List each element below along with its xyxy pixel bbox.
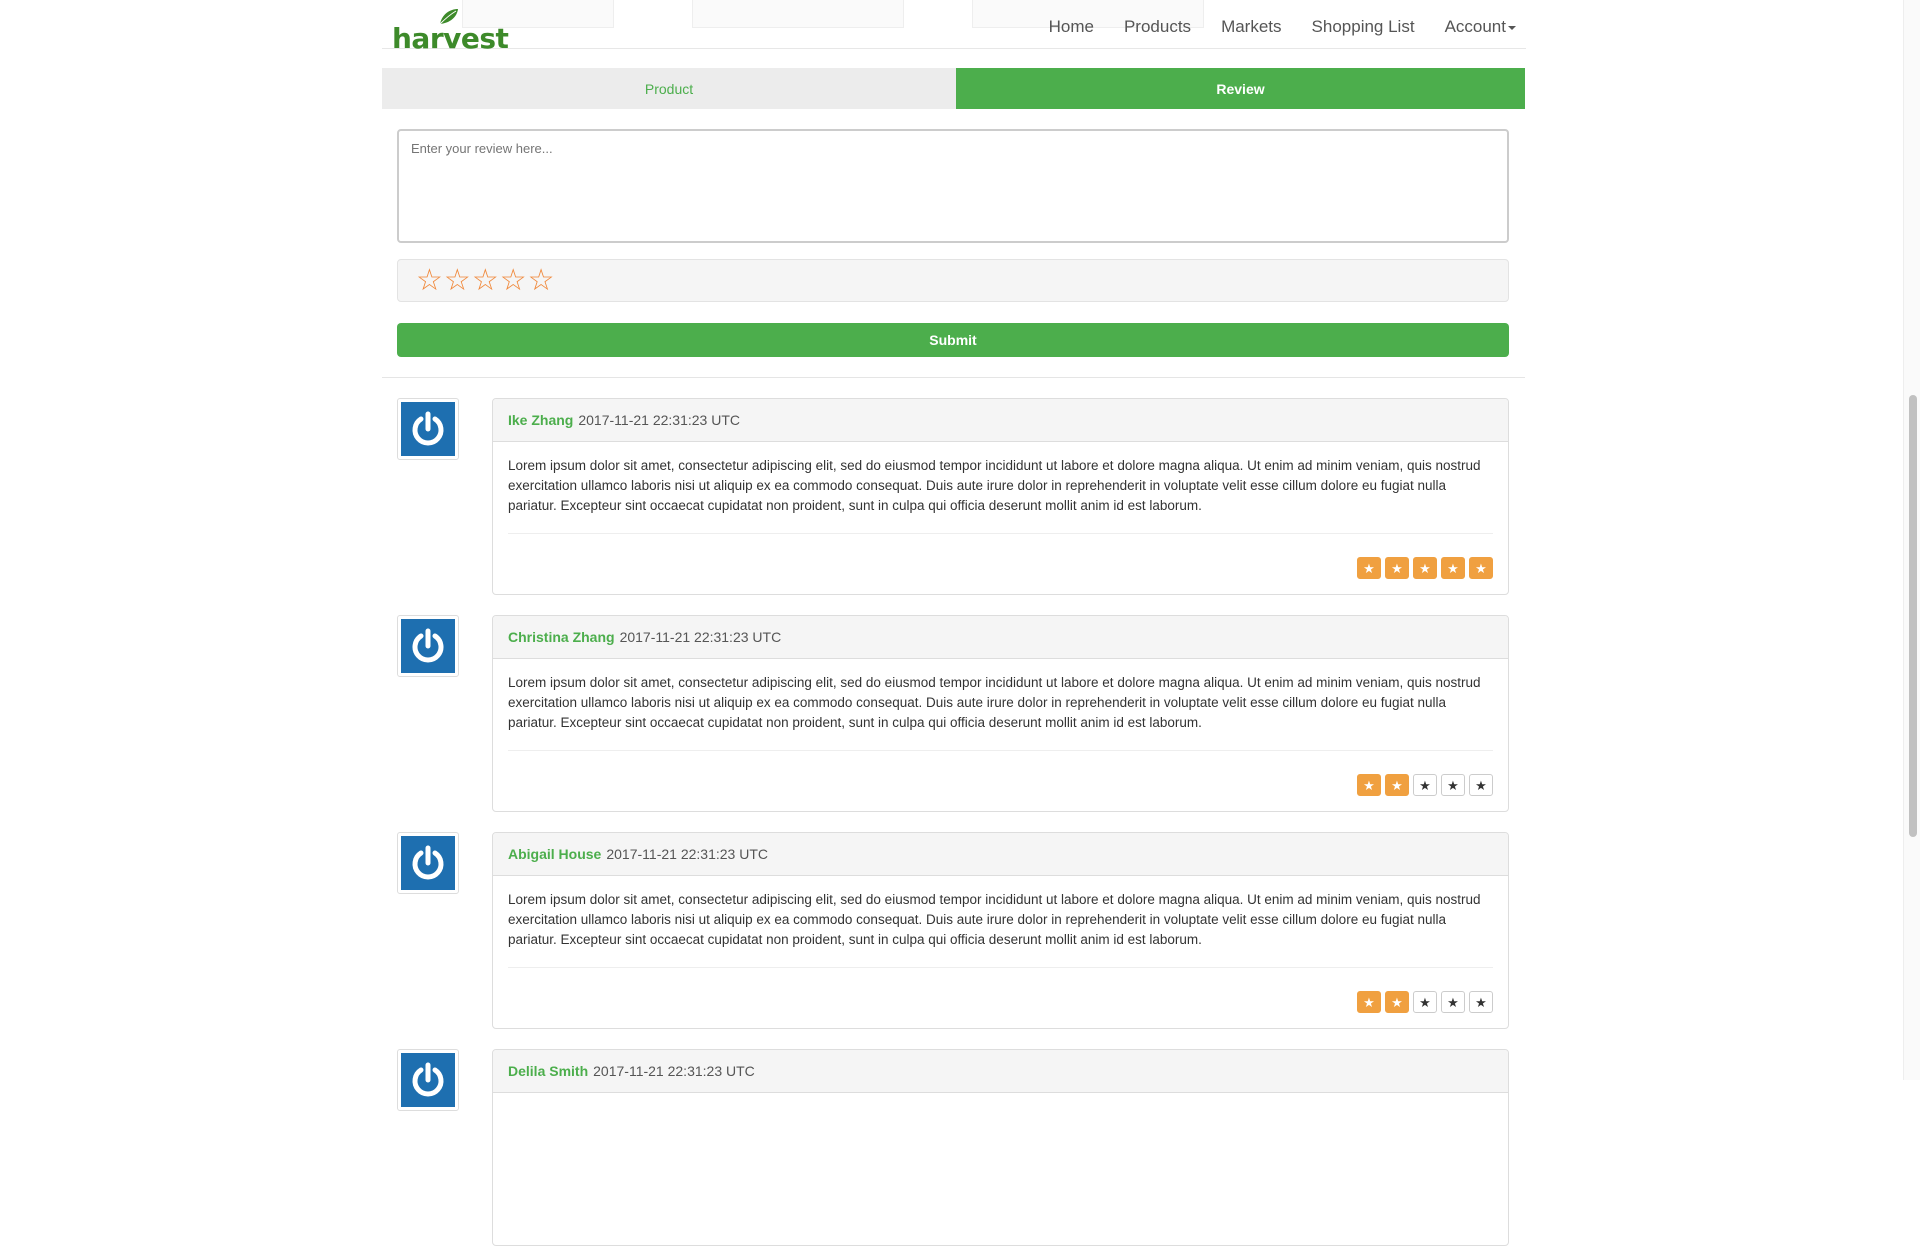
avatar-image	[401, 619, 455, 673]
review-panel: Ike Zhang 2017-11-21 22:31:23 UTC Lorem ip…	[492, 398, 1509, 595]
nav-account-dropdown[interactable]: Account	[1445, 17, 1516, 37]
review-author[interactable]: Ike Zhang	[508, 412, 573, 428]
power-icon	[412, 1062, 444, 1097]
avatar-image	[401, 402, 455, 456]
avatar[interactable]	[397, 1049, 459, 1111]
filled-star-icon: ★	[1357, 774, 1381, 796]
empty-star-icon[interactable]: ☆	[500, 265, 527, 296]
review-body: Lorem ipsum dolor sit amet, consectetur …	[508, 675, 1481, 730]
nav-home[interactable]: Home	[1049, 17, 1094, 37]
nav-markets[interactable]: Markets	[1221, 17, 1281, 37]
review-timestamp: 2017-11-21 22:31:23 UTC	[606, 846, 768, 862]
power-icon	[412, 411, 444, 446]
power-icon	[412, 628, 444, 663]
nav-products[interactable]: Products	[1124, 17, 1191, 37]
top-navbar: harvest Home Products Markets Shopping L…	[382, 0, 1526, 55]
filled-star-icon: ★	[1385, 991, 1409, 1013]
review-textarea[interactable]	[397, 129, 1509, 243]
scrollbar-thumb[interactable]	[1909, 395, 1917, 837]
filled-star-icon: ★	[1441, 557, 1465, 579]
leaf-icon	[439, 9, 458, 25]
review-panel: Christina Zhang 2017-11-21 22:31:23 UTC Lo…	[492, 615, 1509, 812]
review-body: Lorem ipsum dolor sit amet, consectetur …	[508, 458, 1481, 513]
empty-star-icon: ★	[1413, 774, 1437, 796]
filled-star-icon: ★	[1385, 774, 1409, 796]
submit-button[interactable]: Submit	[397, 323, 1509, 357]
review-body: Lorem ipsum dolor sit amet, consectetur …	[508, 892, 1481, 947]
empty-star-icon[interactable]: ☆	[472, 265, 499, 296]
divider	[508, 533, 1493, 534]
filled-star-icon: ★	[1357, 991, 1381, 1013]
review-author[interactable]: Abigail House	[508, 846, 601, 862]
avatar-image	[401, 1053, 455, 1107]
avatar[interactable]	[397, 398, 459, 460]
review-rating: ★ ★ ★ ★ ★	[1353, 991, 1493, 1013]
review-panel: Abigail House 2017-11-21 22:31:23 UTC Lore…	[492, 832, 1509, 1029]
empty-star-icon: ★	[1441, 991, 1465, 1013]
review-author[interactable]: Delila Smith	[508, 1063, 588, 1079]
avatar[interactable]	[397, 832, 459, 894]
divider	[508, 750, 1493, 751]
empty-star-icon[interactable]: ☆	[416, 265, 443, 296]
avatar[interactable]	[397, 615, 459, 677]
logo-wordmark: harvest	[392, 22, 509, 55]
empty-star-icon[interactable]: ☆	[528, 265, 555, 296]
tab-review-label: Review	[1216, 80, 1265, 97]
filled-star-icon: ★	[1469, 557, 1493, 579]
review-heading: Christina Zhang 2017-11-21 22:31:23 UTC	[493, 616, 1508, 659]
harvest-logo[interactable]: harvest	[392, 8, 509, 55]
review-timestamp: 2017-11-21 22:31:23 UTC	[593, 1063, 755, 1079]
review-rating: ★ ★ ★ ★ ★	[1353, 774, 1493, 796]
review-heading: Abigail House 2017-11-21 22:31:23 UTC	[493, 833, 1508, 876]
empty-star-icon: ★	[1469, 774, 1493, 796]
review-heading: Ike Zhang 2017-11-21 22:31:23 UTC	[493, 399, 1508, 442]
product-review-tabs: Product Review	[382, 68, 1525, 109]
empty-star-icon: ★	[1469, 991, 1493, 1013]
avatar-image	[401, 836, 455, 890]
review-heading: Delila Smith 2017-11-21 22:31:23 UTC	[493, 1050, 1508, 1093]
power-icon	[412, 845, 444, 880]
divider	[382, 377, 1525, 378]
tab-product[interactable]: Product	[382, 68, 956, 109]
filled-star-icon: ★	[1413, 557, 1437, 579]
empty-star-icon: ★	[1413, 991, 1437, 1013]
page-scrollbar[interactable]	[1903, 0, 1920, 1080]
background-field	[692, 0, 904, 28]
divider	[508, 967, 1493, 968]
review-rating: ★ ★ ★ ★ ★	[1353, 557, 1493, 579]
tab-review[interactable]: Review	[956, 68, 1525, 109]
main-nav: Home Products Markets Shopping List Acco…	[1019, 0, 1516, 54]
nav-shopping-list[interactable]: Shopping List	[1312, 17, 1415, 37]
empty-star-icon[interactable]: ☆	[444, 265, 471, 296]
filled-star-icon: ★	[1357, 557, 1381, 579]
rating-input: ☆ ☆ ☆ ☆ ☆	[397, 259, 1509, 302]
filled-star-icon: ★	[1385, 557, 1409, 579]
review-timestamp: 2017-11-21 22:31:23 UTC	[578, 412, 740, 428]
nav-account-label: Account	[1444, 17, 1506, 36]
review-author[interactable]: Christina Zhang	[508, 629, 615, 645]
empty-star-icon: ★	[1441, 774, 1465, 796]
tab-product-label: Product	[644, 80, 694, 97]
review-panel: Delila Smith 2017-11-21 22:31:23 UTC	[492, 1049, 1509, 1246]
review-timestamp: 2017-11-21 22:31:23 UTC	[619, 629, 782, 645]
caret-down-icon	[1508, 25, 1516, 30]
